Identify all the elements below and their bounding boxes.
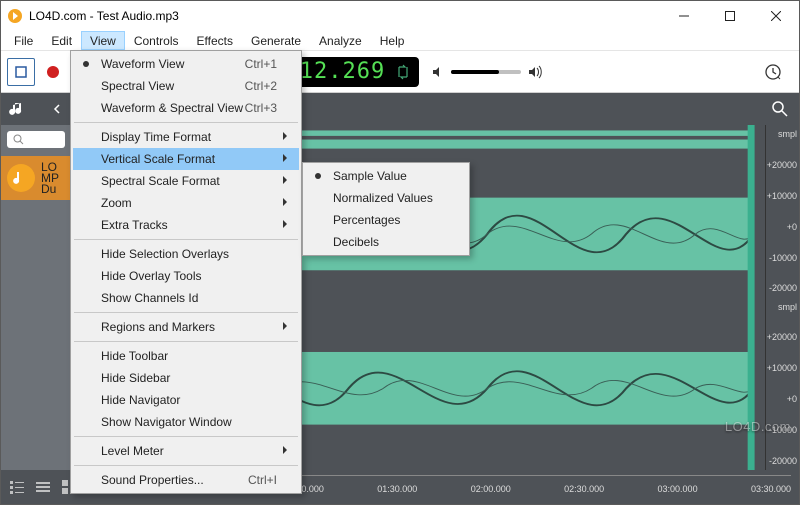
- track-duration: Du: [41, 184, 59, 195]
- menu-separator: [74, 122, 298, 123]
- menubar: FileEditViewControlsEffectsGenerateAnaly…: [1, 31, 799, 51]
- ruler-tick: +10000: [766, 363, 797, 373]
- ruler-y-left-channel: smpl +20000 +10000 +0 -10000 -20000: [766, 125, 799, 298]
- history-button[interactable]: [759, 58, 787, 86]
- time-tick: 03:00.000: [658, 484, 698, 494]
- track-type-icon: [7, 164, 35, 192]
- vertical-scale-format-submenu: Sample ValueNormalized ValuesPercentages…: [302, 162, 470, 256]
- menu-item-vertical-scale-format[interactable]: Vertical Scale Format: [73, 148, 299, 170]
- sidebar: LO MP Du: [1, 93, 71, 470]
- loop-icon[interactable]: [397, 63, 409, 81]
- record-button[interactable]: [39, 58, 67, 86]
- track-item[interactable]: LO MP Du: [1, 156, 71, 200]
- search-icon[interactable]: [771, 100, 789, 118]
- menu-separator: [74, 239, 298, 240]
- menu-view[interactable]: View: [81, 31, 125, 50]
- menu-item-show-navigator-window[interactable]: Show Navigator Window: [73, 411, 299, 433]
- ruler-tick: +0: [766, 394, 797, 404]
- volume-control: [431, 65, 543, 79]
- track-meta: LO MP Du: [41, 162, 59, 195]
- ruler-tick: -20000: [766, 456, 797, 466]
- ruler-tick: +20000: [766, 332, 797, 342]
- menu-item-hide-selection-overlays[interactable]: Hide Selection Overlays: [73, 243, 299, 265]
- sidebar-search-input[interactable]: [7, 131, 65, 148]
- menu-item-extra-tracks[interactable]: Extra Tracks: [73, 214, 299, 236]
- menu-item-display-time-format[interactable]: Display Time Format: [73, 126, 299, 148]
- menu-generate[interactable]: Generate: [242, 31, 310, 50]
- view-menu-dropdown: Waveform ViewCtrl+1Spectral ViewCtrl+2Wa…: [70, 50, 302, 494]
- menu-item-level-meter[interactable]: Level Meter: [73, 440, 299, 462]
- ruler-tick: -10000: [766, 253, 797, 263]
- close-button[interactable]: [753, 1, 799, 31]
- ruler-tick: +10000: [766, 191, 797, 201]
- titlebar: LO4D.com - Test Audio.mp3: [1, 1, 799, 31]
- submenu-item-percentages[interactable]: Percentages: [305, 209, 467, 231]
- time-tick: 01:30.000: [377, 484, 417, 494]
- menu-item-waveform-view[interactable]: Waveform ViewCtrl+1: [73, 53, 299, 75]
- menu-item-hide-toolbar[interactable]: Hide Toolbar: [73, 345, 299, 367]
- menu-item-spectral-view[interactable]: Spectral ViewCtrl+2: [73, 75, 299, 97]
- sidebar-header: [1, 93, 71, 125]
- window: LO4D.com - Test Audio.mp3 FileEditViewCo…: [0, 0, 800, 505]
- volume-low-icon[interactable]: [431, 65, 445, 79]
- list-view-icon[interactable]: [9, 479, 25, 495]
- menu-separator: [74, 465, 298, 466]
- app-icon: [7, 8, 23, 24]
- minimize-button[interactable]: [661, 1, 707, 31]
- menu-separator: [74, 436, 298, 437]
- menu-effects[interactable]: Effects: [188, 31, 242, 50]
- volume-slider[interactable]: [451, 70, 521, 74]
- submenu-item-sample-value[interactable]: Sample Value: [305, 165, 467, 187]
- menu-controls[interactable]: Controls: [125, 31, 188, 50]
- submenu-item-normalized-values[interactable]: Normalized Values: [305, 187, 467, 209]
- ruler-y-right-channel: smpl +20000 +10000 +0 -10000 -20000: [766, 298, 799, 471]
- detail-view-icon[interactable]: [35, 479, 51, 495]
- ruler-unit: smpl: [766, 129, 797, 139]
- chevron-left-icon[interactable]: [51, 103, 63, 115]
- ruler-tick: +20000: [766, 160, 797, 170]
- menu-separator: [74, 341, 298, 342]
- time-tick: 03:30.000: [751, 484, 791, 494]
- music-note-icon: [9, 101, 25, 117]
- menu-item-hide-overlay-tools[interactable]: Hide Overlay Tools: [73, 265, 299, 287]
- menu-file[interactable]: File: [5, 31, 42, 50]
- time-tick: 02:00.000: [471, 484, 511, 494]
- ruler-unit: smpl: [766, 302, 797, 312]
- menu-item-waveform-spectral-view[interactable]: Waveform & Spectral ViewCtrl+3: [73, 97, 299, 119]
- menu-help[interactable]: Help: [371, 31, 414, 50]
- ruler-tick: -20000: [766, 283, 797, 293]
- submenu-item-decibels[interactable]: Decibels: [305, 231, 467, 253]
- menu-item-zoom[interactable]: Zoom: [73, 192, 299, 214]
- menu-item-spectral-scale-format: Spectral Scale Format: [73, 170, 299, 192]
- window-title: LO4D.com - Test Audio.mp3: [29, 9, 661, 23]
- maximize-button[interactable]: [707, 1, 753, 31]
- menu-item-regions-and-markers[interactable]: Regions and Markers: [73, 316, 299, 338]
- stop-button[interactable]: [7, 58, 35, 86]
- time-tick: 02:30.000: [564, 484, 604, 494]
- menu-item-hide-sidebar[interactable]: Hide Sidebar: [73, 367, 299, 389]
- menu-item-sound-properties[interactable]: Sound Properties...Ctrl+I: [73, 469, 299, 491]
- ruler-tick: +0: [766, 222, 797, 232]
- watermark: LO4D.com: [725, 419, 791, 434]
- menu-item-show-channels-id[interactable]: Show Channels Id: [73, 287, 299, 309]
- menu-item-hide-navigator[interactable]: Hide Navigator: [73, 389, 299, 411]
- search-icon: [13, 134, 24, 145]
- volume-high-icon[interactable]: [527, 65, 543, 79]
- menu-analyze[interactable]: Analyze: [310, 31, 371, 50]
- menu-edit[interactable]: Edit: [42, 31, 81, 50]
- menu-separator: [74, 312, 298, 313]
